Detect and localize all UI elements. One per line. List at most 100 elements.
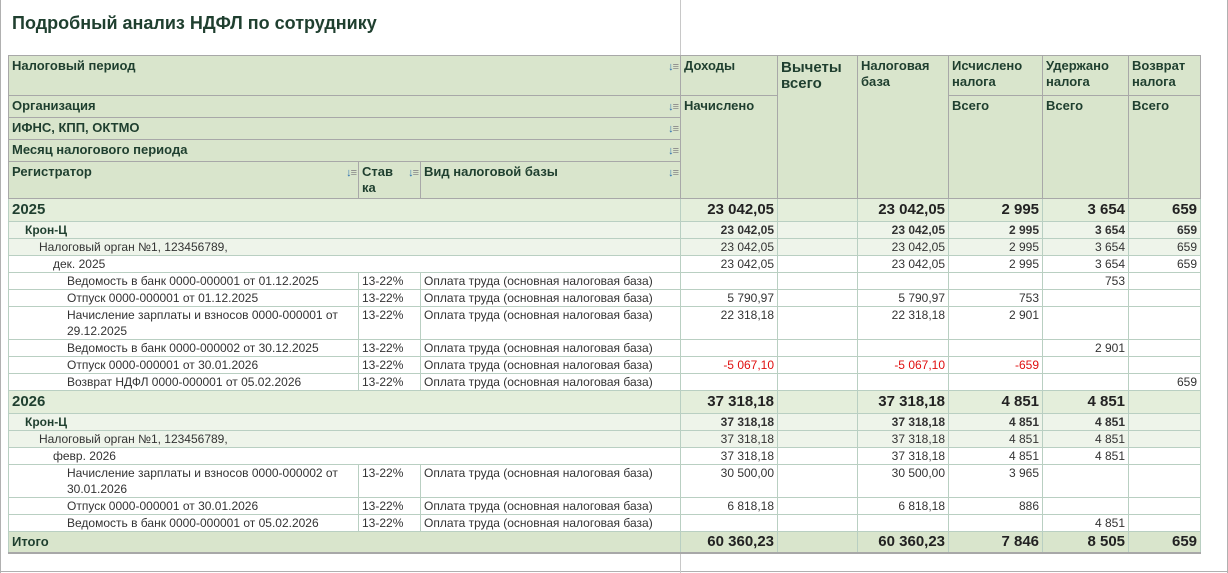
deductions-cell (777, 514, 859, 532)
base-type-cell: Оплата труда (основная налоговая база) (419, 289, 682, 307)
year-row[interactable]: 2026 37 318,18 37 318,18 4 851 4 851 (7, 390, 1202, 414)
header-refund[interactable]: Возврат налога (1128, 55, 1202, 96)
header-organization[interactable]: Организация ↓≡ (7, 95, 682, 118)
tax-base-cell (857, 339, 950, 357)
tax-base-cell (857, 514, 950, 532)
report-header: Налоговый период ↓≡ Доходы Вычеты всего Н… (7, 55, 1202, 199)
doc-row[interactable]: Ведомость в банк 0000-000001 от 01.12.20… (8, 272, 1202, 290)
registrar-cell: Ведомость в банк 0000-000001 от 01.12.20… (8, 272, 359, 290)
refund-cell: 659 (1128, 255, 1202, 273)
registrar-cell: Отпуск 0000-000001 от 30.01.2026 (8, 497, 359, 515)
report-table: Налоговый период ↓≡ Доходы Вычеты всего Н… (7, 55, 1202, 554)
calculated-cell (948, 514, 1044, 532)
ifns-row[interactable]: Налоговый орган №1, 123456789, 37 318,18 3… (7, 430, 1202, 448)
header-ifns[interactable]: ИФНС, КПП, ОКТМО ↓≡ (7, 117, 682, 140)
doc-row[interactable]: Возврат НДФЛ 0000-000001 от 05.02.2026 13… (8, 373, 1202, 391)
doc-row[interactable]: Отпуск 0000-000001 от 30.01.2026 13-22% Оп… (8, 356, 1202, 374)
rate-cell: 13-22% (358, 356, 421, 374)
header-rate[interactable]: Ставка ↓≡ (358, 161, 421, 199)
registrar-cell: Возврат НДФЛ 0000-000001 от 05.02.2026 (8, 373, 359, 391)
refund-cell (1128, 390, 1202, 414)
base-type-cell: Оплата труда (основная налоговая база) (419, 514, 682, 532)
refund-cell (1128, 514, 1202, 532)
ifns-name-cell: Налоговый орган №1, 123456789, (7, 430, 682, 448)
header-registrar[interactable]: Регистратор ↓≡ (8, 161, 359, 199)
tax-base-cell: 37 318,18 (857, 447, 950, 465)
doc-row[interactable]: Отпуск 0000-000001 от 01.12.2025 13-22% Оп… (8, 289, 1202, 307)
base-type-cell: Оплата труда (основная налоговая база) (419, 497, 682, 515)
tax-base-cell: 23 042,05 (857, 238, 950, 256)
header-base-type[interactable]: Вид налоговой базы ↓≡ (419, 161, 682, 199)
doc-row[interactable]: Начисление зарплаты и взносов 0000-00000… (8, 464, 1202, 498)
income-cell (680, 339, 779, 357)
header-income[interactable]: Доходы (680, 55, 779, 96)
header-tax-period[interactable]: Налоговый период ↓≡ (7, 55, 682, 96)
org-row[interactable]: Крон-Ц 37 318,18 37 318,18 4 851 4 851 (7, 413, 1202, 431)
header-calculated-total[interactable]: Всего (948, 95, 1044, 199)
doc-row[interactable]: Ведомость в банк 0000-000002 от 30.12.20… (8, 339, 1202, 357)
calculated-cell (948, 373, 1044, 391)
header-deductions[interactable]: Вычеты всего (777, 55, 859, 199)
org-name-cell: Крон-Ц (7, 413, 682, 431)
calculated-cell: 4 851 (948, 390, 1044, 414)
rate-cell: 13-22% (358, 514, 421, 532)
base-type-cell: Оплата труда (основная налоговая база) (419, 373, 682, 391)
sort-icon[interactable]: ↓≡ (346, 165, 357, 181)
sort-icon[interactable]: ↓≡ (668, 121, 679, 137)
header-income-accrued[interactable]: Начислено (680, 95, 779, 199)
withheld-cell (1042, 289, 1130, 307)
sort-icon[interactable]: ↓≡ (408, 165, 419, 181)
doc-row[interactable]: Ведомость в банк 0000-000001 от 05.02.20… (8, 514, 1202, 532)
sort-icon[interactable]: ↓≡ (668, 59, 679, 75)
income-cell: 23 042,05 (680, 255, 779, 273)
calculated-cell: 886 (948, 497, 1044, 515)
refund-cell (1128, 497, 1202, 515)
month-row[interactable]: февр. 2026 37 318,18 37 318,18 4 851 4 851 (7, 447, 1202, 465)
calculated-cell: -659 (948, 356, 1044, 374)
tax-base-cell: 37 318,18 (857, 430, 950, 448)
ifns-row[interactable]: Налоговый орган №1, 123456789, 23 042,05 2… (7, 238, 1202, 256)
income-cell: 37 318,18 (680, 447, 779, 465)
base-type-cell: Оплата труда (основная налоговая база) (419, 464, 682, 498)
year-row[interactable]: 2025 23 042,05 23 042,05 2 995 3 654 659 (7, 198, 1202, 222)
deductions-cell (777, 255, 859, 273)
doc-row[interactable]: Начисление зарплаты и взносов 0000-00000… (8, 306, 1202, 340)
deductions-cell (777, 390, 859, 414)
rate-cell: 13-22% (358, 306, 421, 340)
registrar-cell: Начисление зарплаты и взносов 0000-00000… (8, 464, 359, 498)
month-row[interactable]: дек. 2025 23 042,05 23 042,05 2 995 3 654 659 (7, 255, 1202, 273)
org-row[interactable]: Крон-Ц 23 042,05 23 042,05 2 995 3 654 659 (7, 221, 1202, 239)
deductions-cell (777, 198, 859, 222)
sort-icon[interactable]: ↓≡ (668, 99, 679, 115)
header-withheld-total[interactable]: Всего (1042, 95, 1130, 199)
tax-base-cell: 37 318,18 (857, 413, 950, 431)
registrar-cell: Ведомость в банк 0000-000001 от 05.02.20… (8, 514, 359, 532)
deductions-cell (777, 356, 859, 374)
header-tax-base[interactable]: Налоговая база (857, 55, 950, 199)
withheld-cell: 8 505 (1042, 531, 1130, 554)
header-refund-total[interactable]: Всего (1128, 95, 1202, 199)
header-month[interactable]: Месяц налогового периода ↓≡ (7, 139, 682, 162)
deductions-cell (777, 339, 859, 357)
sort-icon[interactable]: ↓≡ (668, 165, 679, 181)
rate-cell: 13-22% (358, 272, 421, 290)
header-calculated[interactable]: Исчислено налога (948, 55, 1044, 96)
sort-icon[interactable]: ↓≡ (668, 143, 679, 159)
calculated-cell: 2 995 (948, 238, 1044, 256)
frame-border-bottom (0, 571, 1228, 572)
withheld-cell: 4 851 (1042, 413, 1130, 431)
tax-base-cell: 30 500,00 (857, 464, 950, 498)
header-withheld[interactable]: Удержано налога (1042, 55, 1130, 96)
refund-cell (1128, 447, 1202, 465)
doc-row[interactable]: Отпуск 0000-000001 от 30.01.2026 13-22% Оп… (8, 497, 1202, 515)
income-cell (680, 514, 779, 532)
registrar-cell: Ведомость в банк 0000-000002 от 30.12.20… (8, 339, 359, 357)
refund-cell (1128, 289, 1202, 307)
total-row[interactable]: Итого 60 360,23 60 360,23 7 846 8 505 659 (7, 531, 1202, 554)
calculated-cell: 2 901 (948, 306, 1044, 340)
income-cell: 5 790,97 (680, 289, 779, 307)
tax-base-cell: -5 067,10 (857, 356, 950, 374)
refund-cell (1128, 306, 1202, 340)
tax-base-cell: 22 318,18 (857, 306, 950, 340)
refund-cell (1128, 464, 1202, 498)
